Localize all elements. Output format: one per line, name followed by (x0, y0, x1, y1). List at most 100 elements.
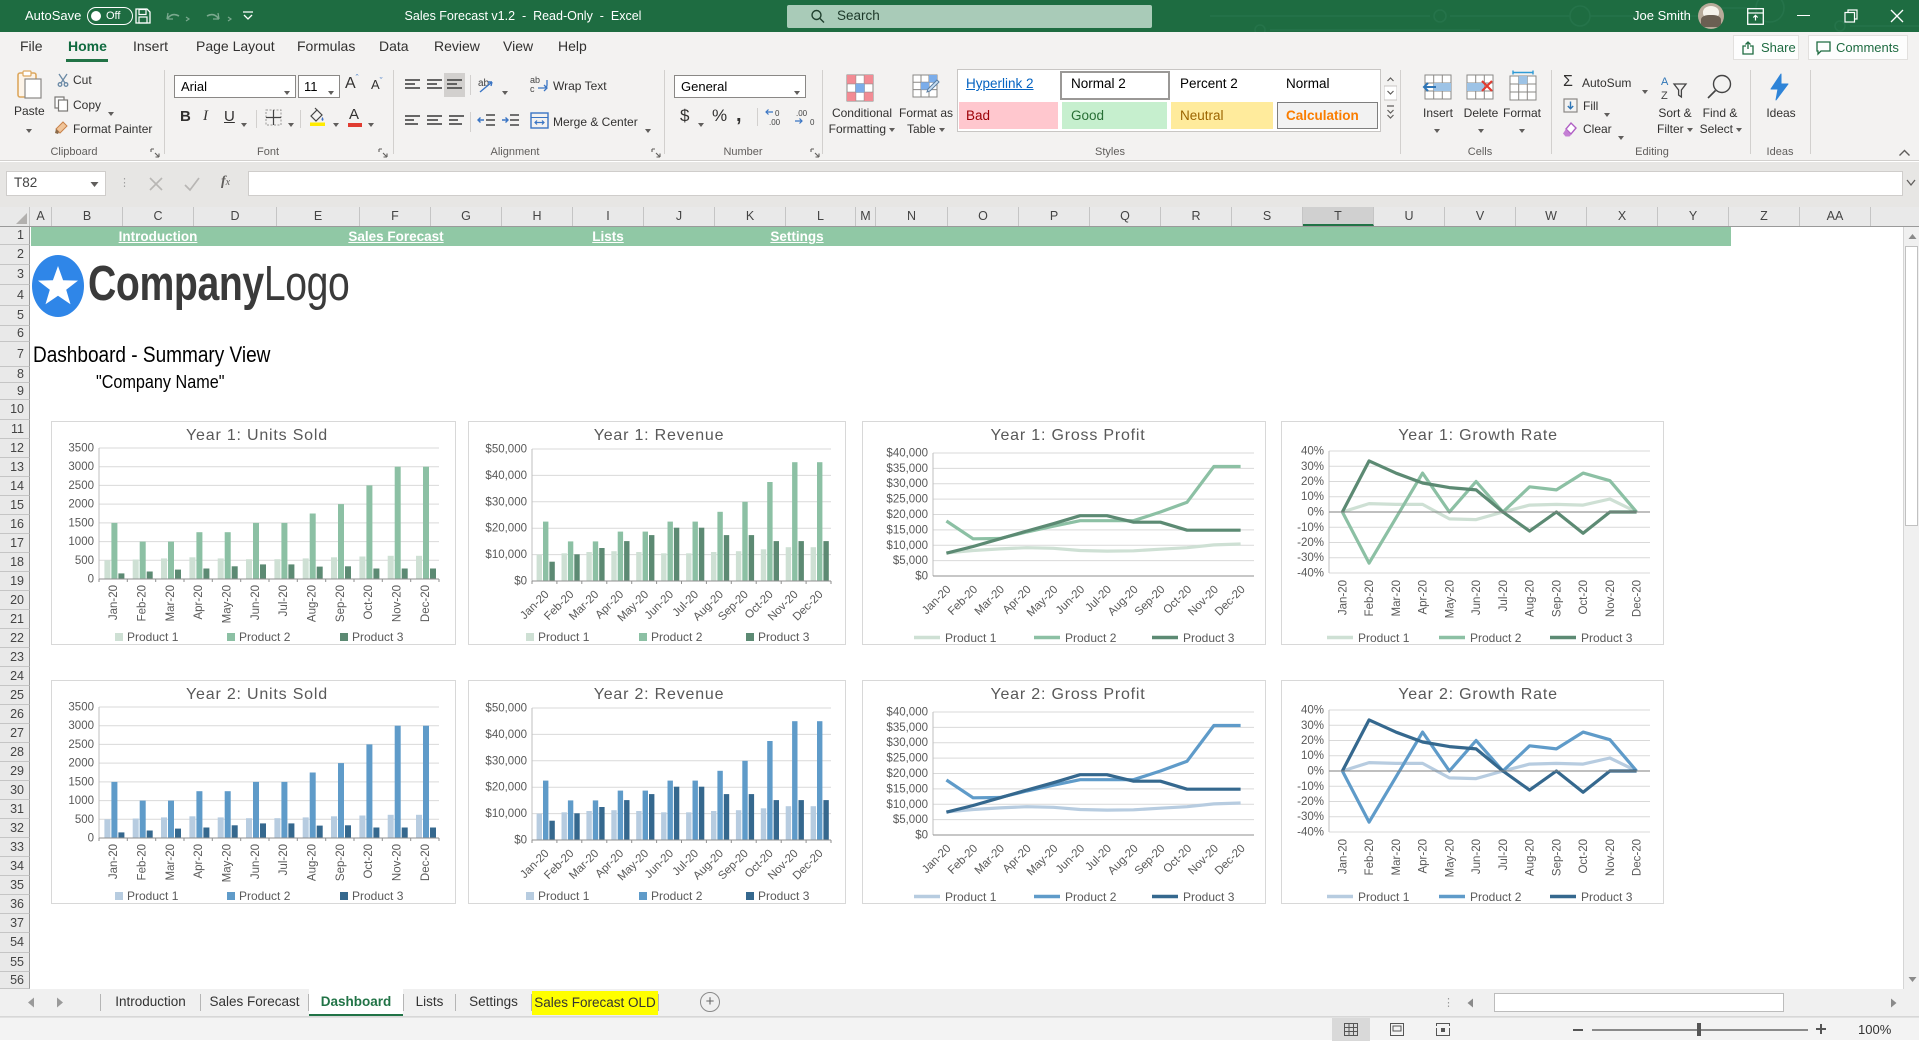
svg-text:May-20: May-20 (1444, 580, 1456, 618)
svg-text:20%: 20% (1301, 476, 1324, 488)
svg-text:Product 1: Product 1 (945, 890, 997, 904)
svg-text:-40%: -40% (1297, 568, 1324, 580)
svg-text:Product 2: Product 2 (239, 630, 291, 644)
svg-text:$25,000: $25,000 (886, 494, 928, 506)
svg-text:Sep-20: Sep-20 (1133, 843, 1168, 878)
svg-text:Mar-20: Mar-20 (1391, 839, 1403, 875)
svg-text:Nov-20: Nov-20 (392, 585, 404, 622)
svg-text:Oct-20: Oct-20 (363, 844, 375, 879)
svg-text:$15,000: $15,000 (886, 524, 928, 536)
svg-text:$50,000: $50,000 (485, 703, 527, 715)
svg-text:Jul-20: Jul-20 (1498, 580, 1510, 611)
svg-text:Product 3: Product 3 (758, 630, 810, 644)
svg-text:A: A (1661, 76, 1669, 88)
svg-text:Product 1: Product 1 (127, 889, 179, 903)
svg-text:Product 1: Product 1 (538, 889, 590, 903)
svg-text:$10,000: $10,000 (485, 808, 527, 820)
svg-text:Product 1: Product 1 (1358, 631, 1410, 645)
svg-text:Feb-20: Feb-20 (137, 585, 149, 621)
svg-text:Nov-20: Nov-20 (1605, 580, 1617, 617)
svg-text:Jun-20: Jun-20 (250, 844, 262, 879)
svg-text:Dec-20: Dec-20 (1632, 839, 1644, 876)
svg-text:$40,000: $40,000 (886, 707, 928, 719)
svg-text:Apr-20: Apr-20 (193, 844, 205, 879)
svg-text:40%: 40% (1301, 446, 1324, 458)
svg-text:Jun-20: Jun-20 (1054, 584, 1087, 617)
svg-text:Product 1: Product 1 (538, 630, 590, 644)
svg-text:Oct-20: Oct-20 (1578, 580, 1590, 615)
svg-text:Year 2: Units Sold: Year 2: Units Sold (186, 686, 328, 703)
svg-text:Jan-20: Jan-20 (108, 844, 120, 879)
svg-text:20%: 20% (1301, 735, 1324, 747)
svg-text:Sep-20: Sep-20 (1551, 580, 1563, 617)
svg-text:10%: 10% (1301, 491, 1324, 503)
svg-text:40%: 40% (1301, 705, 1324, 717)
svg-text:May-20: May-20 (222, 844, 234, 882)
svg-text:May-20: May-20 (1444, 839, 1456, 877)
svg-text:Product 3: Product 3 (1183, 631, 1235, 645)
svg-text:Product 2: Product 2 (1065, 890, 1117, 904)
svg-text:Sep-20: Sep-20 (1551, 839, 1563, 876)
svg-text:-30%: -30% (1297, 552, 1324, 564)
svg-text:$10,000: $10,000 (886, 799, 928, 811)
svg-text:30%: 30% (1301, 461, 1324, 473)
svg-text:$0: $0 (514, 835, 527, 847)
svg-text:Product 1: Product 1 (127, 630, 179, 644)
svg-text:0: 0 (775, 109, 780, 118)
svg-text:Feb-20: Feb-20 (1364, 839, 1376, 875)
svg-text:-10%: -10% (1297, 522, 1324, 534)
svg-text:$20,000: $20,000 (485, 782, 527, 794)
svg-text:$5,000: $5,000 (893, 555, 928, 567)
svg-text:0: 0 (88, 574, 94, 586)
svg-text:1500: 1500 (68, 517, 94, 529)
svg-text:$5,000: $5,000 (893, 814, 928, 826)
svg-text:Dec-20: Dec-20 (420, 844, 432, 881)
svg-text:Apr-20: Apr-20 (1418, 580, 1430, 615)
svg-text:Aug-20: Aug-20 (1525, 839, 1537, 876)
svg-text:Sep-20: Sep-20 (1133, 584, 1168, 619)
svg-text:Product 2: Product 2 (651, 889, 703, 903)
svg-text:Jun-20: Jun-20 (1471, 839, 1483, 874)
svg-text:0: 0 (88, 833, 94, 845)
svg-text:Product 2: Product 2 (1065, 631, 1117, 645)
svg-text:$10,000: $10,000 (886, 540, 928, 552)
svg-text:-20%: -20% (1297, 796, 1324, 808)
svg-text:$40,000: $40,000 (886, 448, 928, 460)
svg-text:Aug-20: Aug-20 (307, 585, 319, 622)
svg-text:Product 1: Product 1 (945, 631, 997, 645)
svg-text:Year 2: Gross Profit: Year 2: Gross Profit (990, 686, 1145, 703)
svg-text:c: c (530, 84, 535, 94)
svg-text:0: 0 (810, 118, 815, 126)
svg-text:Aug-20: Aug-20 (1525, 580, 1537, 617)
svg-text:Feb-20: Feb-20 (137, 844, 149, 880)
svg-text:Oct-20: Oct-20 (363, 585, 375, 620)
svg-text:Z: Z (1661, 90, 1668, 101)
svg-text:$40,000: $40,000 (485, 729, 527, 741)
svg-text:$20,000: $20,000 (485, 523, 527, 535)
svg-text:Year 1: Revenue: Year 1: Revenue (594, 427, 725, 444)
svg-text:Product 3: Product 3 (1581, 890, 1633, 904)
svg-text:Oct-20: Oct-20 (1578, 839, 1590, 874)
svg-text:May-20: May-20 (222, 585, 234, 623)
svg-text:3500: 3500 (68, 443, 94, 455)
svg-text:2500: 2500 (68, 739, 94, 751)
svg-text:2000: 2000 (68, 499, 94, 511)
svg-text:$40,000: $40,000 (485, 470, 527, 482)
svg-text:Product 3: Product 3 (352, 630, 404, 644)
svg-text:3000: 3000 (68, 720, 94, 732)
svg-text:Dec-20: Dec-20 (1213, 584, 1248, 619)
svg-text:.00: .00 (769, 118, 781, 126)
svg-text:2000: 2000 (68, 758, 94, 770)
svg-text:Jan-20: Jan-20 (1337, 839, 1349, 874)
svg-text:Year 2: Growth Rate: Year 2: Growth Rate (1398, 686, 1558, 703)
svg-text:ab: ab (478, 78, 490, 89)
svg-text:500: 500 (75, 814, 94, 826)
svg-text:$30,000: $30,000 (886, 478, 928, 490)
svg-text:10%: 10% (1301, 750, 1324, 762)
svg-text:Product 1: Product 1 (1358, 890, 1410, 904)
svg-text:$35,000: $35,000 (886, 722, 928, 734)
svg-text:Year 2: Revenue: Year 2: Revenue (594, 686, 725, 703)
svg-text:Year 1: Gross Profit: Year 1: Gross Profit (990, 427, 1145, 444)
svg-text:-10%: -10% (1297, 781, 1324, 793)
svg-text:-30%: -30% (1297, 811, 1324, 823)
